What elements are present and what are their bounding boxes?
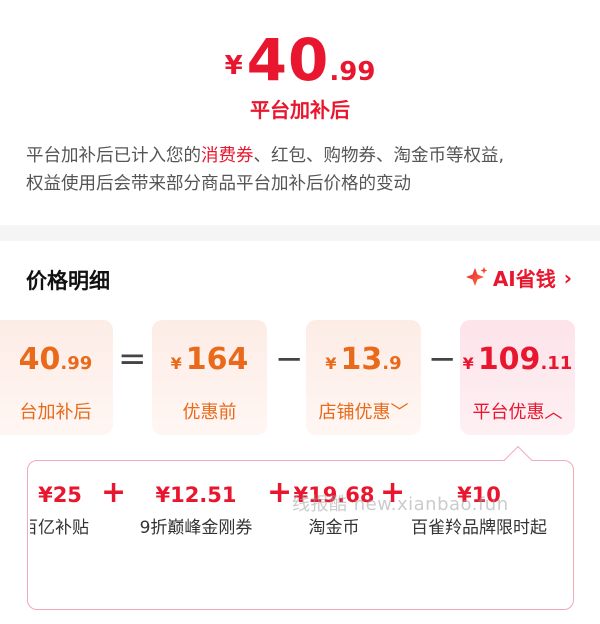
ai-save-button[interactable]: AI省钱 ›	[465, 263, 572, 292]
coupon-link[interactable]: 消费券	[201, 146, 254, 166]
original-price-card[interactable]: ¥164 优惠前	[152, 320, 267, 435]
card-value: 40.99	[0, 342, 113, 377]
card-value: ¥109.11	[460, 342, 575, 377]
card-currency: ¥	[170, 354, 182, 373]
note-text: 权益使用后会带来部分商品平台加补后价格的变动	[26, 174, 411, 194]
card-int: 109	[477, 342, 541, 377]
price-summary: ¥40.99 平台加补后 平台加补后已计入您的消费券、红包、购物券、淘金币等权益…	[0, 0, 600, 225]
card-currency: ¥	[462, 354, 474, 373]
card-value: ¥164	[152, 342, 267, 377]
price-integer: 40	[246, 26, 330, 94]
ai-sparkle-icon	[465, 266, 488, 286]
card-int: 164	[185, 342, 249, 377]
platform-discount-card[interactable]: ¥109.11 平台优惠︿	[460, 320, 575, 435]
card-currency: ¥	[325, 354, 337, 373]
discount-value: ¥25	[38, 483, 82, 507]
section-divider	[0, 225, 600, 241]
card-dec: .9	[382, 353, 402, 374]
discount-item: ¥12.51 9折巅峰金刚券	[128, 483, 264, 538]
currency-symbol: ¥	[224, 51, 243, 81]
price-decimal: .99	[329, 57, 376, 87]
discount-item: ¥25 百亿补贴	[30, 483, 90, 538]
watermark: 线报酷 new.xianbao.fun	[292, 494, 509, 515]
discount-label: 百亿补贴	[30, 518, 89, 538]
equals-sign: =	[118, 339, 147, 379]
discount-label: 百雀羚品牌限时起	[411, 518, 547, 538]
plus-sign: +	[101, 475, 127, 510]
card-int: 13	[340, 342, 383, 377]
card-label: 店铺优惠﹀	[318, 402, 409, 423]
card-label: 优惠前	[182, 402, 237, 423]
discount-label: 9折巅峰金刚券	[139, 518, 253, 538]
final-price-label: 平台加补后	[250, 98, 350, 122]
price-note: 平台加补后已计入您的消费券、红包、购物券、淘金币等权益, 权益使用后会带来部分商…	[26, 142, 582, 198]
note-text: 、红包、购物券、淘金币等权益,	[253, 146, 505, 166]
card-dec: .99	[60, 353, 93, 374]
minus-sign: −	[275, 339, 304, 379]
final-price: ¥40.99	[0, 26, 600, 94]
store-discount-card[interactable]: ¥13.9 店铺优惠﹀	[306, 320, 421, 435]
ai-save-label: AI省钱	[492, 267, 556, 291]
plus-sign: +	[267, 475, 293, 510]
minus-sign: −	[428, 339, 457, 379]
final-price-card[interactable]: 40.99 台加补后	[0, 320, 113, 435]
discount-label: 淘金币	[308, 518, 360, 538]
section-title: 价格明细	[26, 269, 110, 293]
card-label: 台加补后	[19, 402, 92, 423]
discount-value: ¥12.51	[155, 483, 237, 507]
card-int: 40	[18, 342, 61, 377]
card-value: ¥13.9	[306, 342, 421, 377]
card-dec: .11	[540, 353, 573, 374]
price-detail-section: 价格明细 AI省钱 › 40.99 台加补后 = ¥164 优惠前 − ¥13.…	[0, 241, 600, 624]
card-label: 平台优惠︿	[472, 402, 563, 423]
note-text: 平台加补后已计入您的	[26, 146, 201, 166]
chevron-right-icon: ›	[563, 265, 572, 290]
